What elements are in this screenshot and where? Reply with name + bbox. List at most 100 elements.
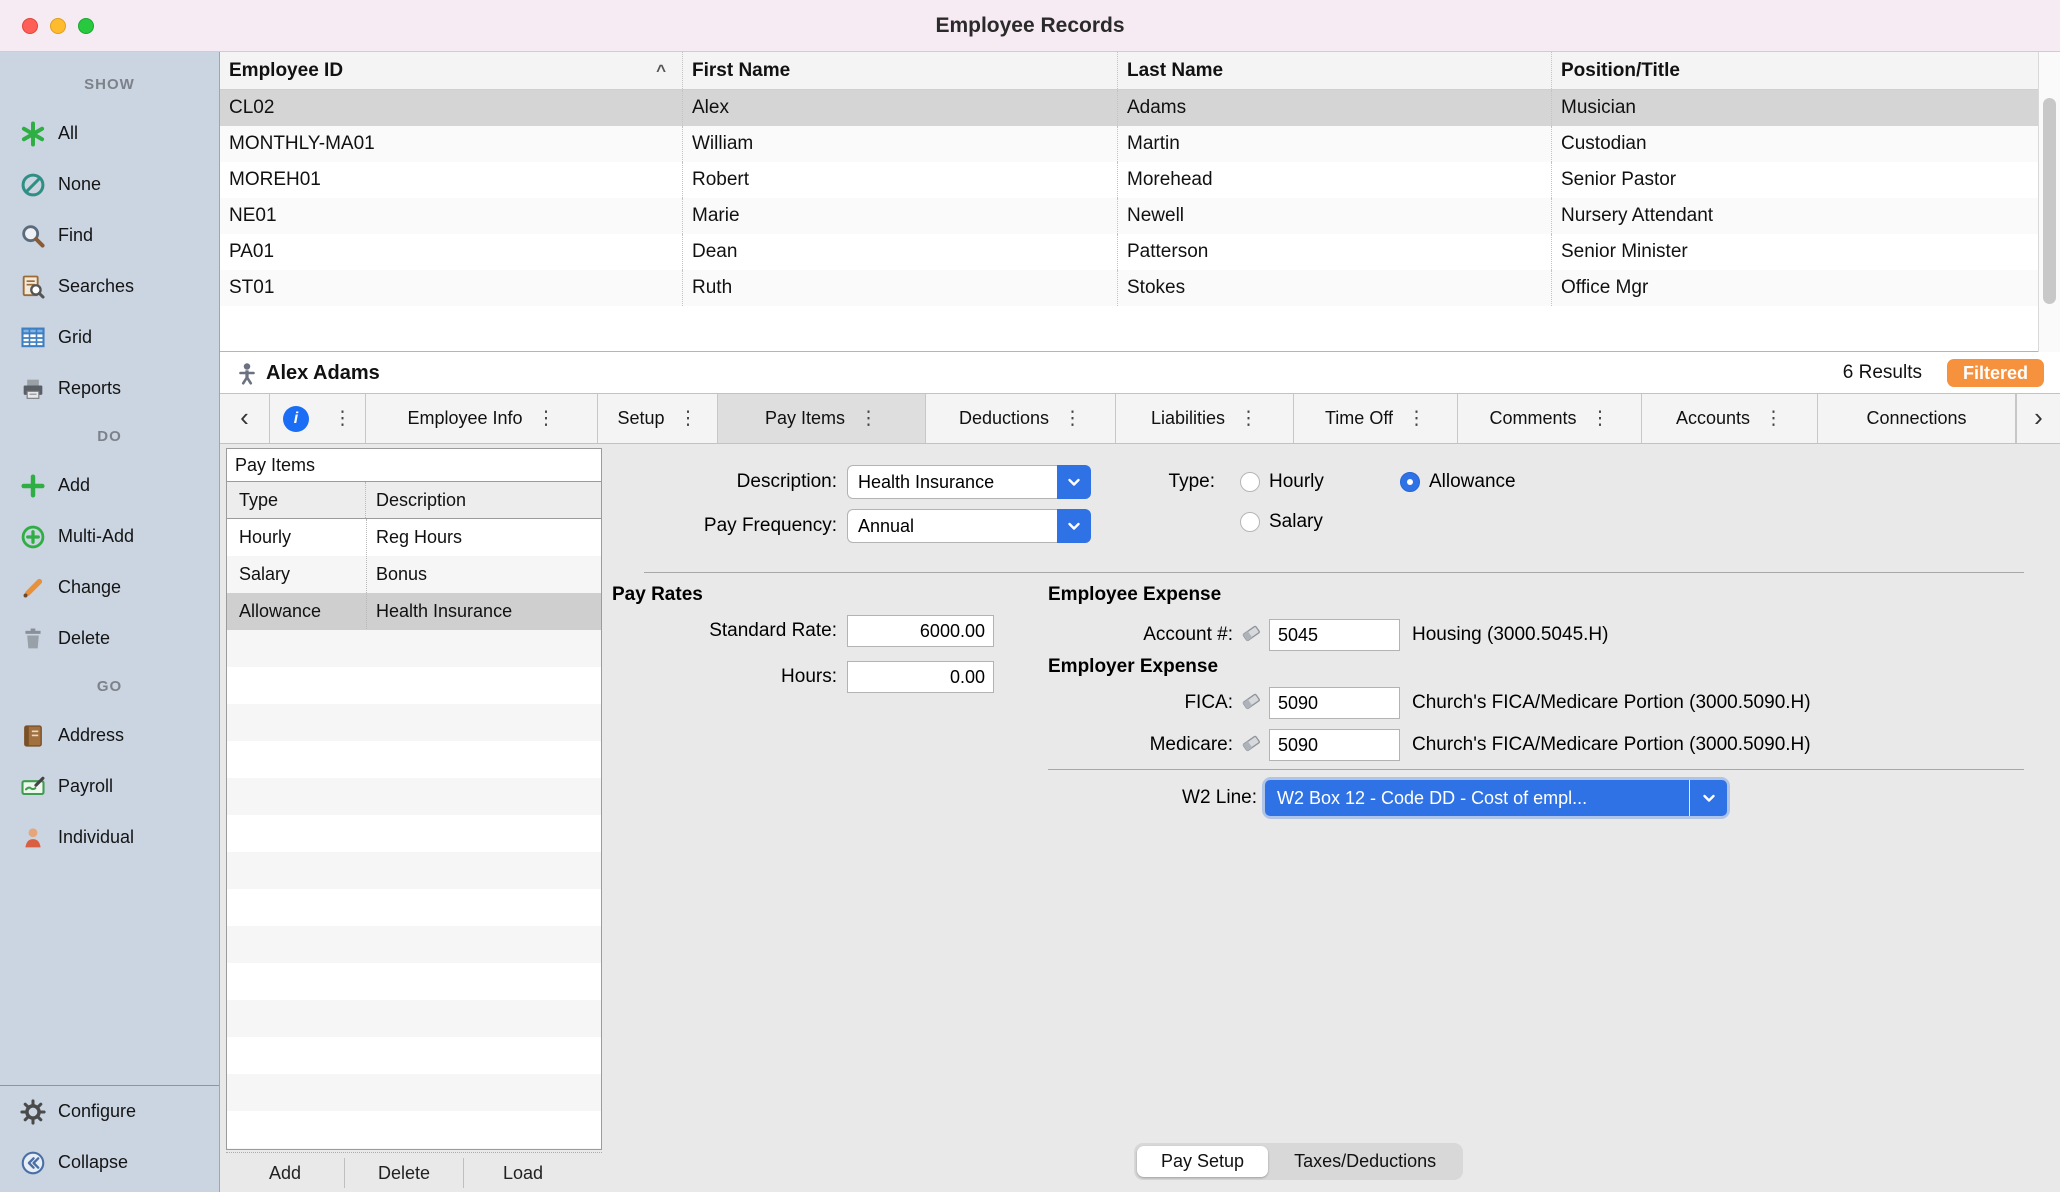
tab-menu-icon[interactable]: ⋮ <box>679 407 698 430</box>
description-dropdown[interactable]: Health Insurance <box>847 465 1091 499</box>
column-header-position[interactable]: Position/Title <box>1551 52 2038 89</box>
load-pay-item-button[interactable]: Load <box>464 1154 582 1192</box>
delete-pay-item-button[interactable]: Delete <box>345 1154 463 1192</box>
eraser-icon[interactable] <box>1239 621 1263 650</box>
info-icon: i <box>283 406 309 432</box>
sidebar-item-configure[interactable]: Configure <box>0 1086 219 1137</box>
sidebar-item-none[interactable]: None <box>0 159 219 210</box>
tab-menu-icon[interactable]: ⋮ <box>1063 407 1082 430</box>
tab-time-off[interactable]: Time Off⋮ <box>1294 394 1458 443</box>
radio-allowance[interactable]: Allowance <box>1400 465 1516 499</box>
pay-items-content: Pay Items Type Description Hourly Reg Ho… <box>220 444 2060 1192</box>
tab-liabilities[interactable]: Liabilities⋮ <box>1116 394 1294 443</box>
table-row[interactable]: MOREH01 Robert Morehead Senior Pastor <box>220 162 2038 198</box>
sidebar-item-multi-add[interactable]: Multi-Add <box>0 511 219 562</box>
fica-label: FICA: <box>1048 692 1233 714</box>
sidebar-item-grid[interactable]: Grid <box>0 312 219 363</box>
tab-accounts[interactable]: Accounts⋮ <box>1642 394 1818 443</box>
record-header: Alex Adams 6 Results Filtered <box>220 352 2060 394</box>
tab-menu-icon[interactable]: ⋮ <box>1764 407 1783 430</box>
tab-info[interactable]: i ⋮ <box>270 394 366 443</box>
radio-hourly[interactable]: Hourly <box>1240 465 1324 499</box>
radio-button[interactable] <box>1240 472 1260 492</box>
radio-salary[interactable]: Salary <box>1240 505 1323 539</box>
pay-frequency-label: Pay Frequency: <box>617 515 837 537</box>
tab-menu-icon[interactable]: ⋮ <box>1239 407 1258 430</box>
printer-icon <box>16 375 50 403</box>
tabs-scroll-right-button[interactable]: › <box>2016 394 2060 443</box>
standard-rate-input[interactable] <box>847 615 994 647</box>
tabs-scroll-left-button[interactable]: ‹ <box>220 394 270 443</box>
circle-plus-icon <box>16 523 50 551</box>
table-row[interactable]: PA01 Dean Patterson Senior Minister <box>220 234 2038 270</box>
list-item[interactable]: Hourly Reg Hours <box>227 519 601 556</box>
column-header-first-name[interactable]: First Name <box>682 52 1117 89</box>
sidebar-header-go: GO <box>0 664 219 710</box>
medicare-account-input[interactable] <box>1269 729 1400 761</box>
sidebar-item-address[interactable]: Address <box>0 710 219 761</box>
sidebar-item-change[interactable]: Change <box>0 562 219 613</box>
table-row[interactable]: MONTHLY-MA01 William Martin Custodian <box>220 126 2038 162</box>
tab-comments[interactable]: Comments⋮ <box>1458 394 1642 443</box>
employee-expense-heading: Employee Expense <box>1048 584 1221 606</box>
tab-menu-icon[interactable]: ⋮ <box>1407 407 1426 430</box>
collapse-chevrons-icon <box>16 1149 50 1177</box>
tab-menu-icon[interactable]: ⋮ <box>1591 407 1610 430</box>
sidebar-item-payroll[interactable]: Payroll <box>0 761 219 812</box>
sidebar-header-show: SHOW <box>0 62 219 108</box>
tab-menu-icon[interactable]: ⋮ <box>333 407 352 430</box>
radio-button-selected[interactable] <box>1400 472 1420 492</box>
divider <box>1048 769 2024 770</box>
eraser-icon[interactable] <box>1239 731 1263 760</box>
list-item[interactable]: Allowance Health Insurance <box>227 593 601 630</box>
scrollbar[interactable] <box>2038 52 2060 352</box>
tab-pay-items[interactable]: Pay Items⋮ <box>718 394 926 443</box>
pay-frequency-dropdown[interactable]: Annual <box>847 509 1091 543</box>
list-item[interactable]: Salary Bonus <box>227 556 601 593</box>
sidebar-item-searches[interactable]: Searches <box>0 261 219 312</box>
tab-connections[interactable]: Connections <box>1818 394 2016 443</box>
tab-deductions[interactable]: Deductions⋮ <box>926 394 1116 443</box>
sidebar-item-delete[interactable]: Delete <box>0 613 219 664</box>
divider <box>644 572 2024 573</box>
table-row[interactable]: CL02 Alex Adams Musician <box>220 90 2038 126</box>
column-header-last-name[interactable]: Last Name <box>1117 52 1551 89</box>
sidebar-item-label: Find <box>58 225 93 246</box>
account-number-input[interactable] <box>1269 619 1400 651</box>
table-row[interactable]: NE01 Marie Newell Nursery Attendant <box>220 198 2038 234</box>
add-pay-item-button[interactable]: Add <box>226 1154 344 1192</box>
tab-taxes-deductions[interactable]: Taxes/Deductions <box>1270 1146 1460 1177</box>
column-header-employee-id[interactable]: Employee ID^ <box>220 52 682 89</box>
tab-menu-icon[interactable]: ⋮ <box>537 407 556 430</box>
chevron-down-icon[interactable] <box>1057 465 1091 499</box>
table-row[interactable]: ST01 Ruth Stokes Office Mgr <box>220 270 2038 306</box>
eraser-icon[interactable] <box>1239 689 1263 718</box>
sidebar-item-all[interactable]: All <box>0 108 219 159</box>
sidebar-item-collapse[interactable]: Collapse <box>0 1137 219 1188</box>
sidebar-item-label: Address <box>58 725 124 746</box>
sidebar-item-label: None <box>58 174 101 195</box>
sidebar-item-label: All <box>58 123 78 144</box>
sidebar-item-reports[interactable]: Reports <box>0 363 219 414</box>
hours-label: Hours: <box>617 666 837 688</box>
window-title: Employee Records <box>0 0 2060 52</box>
sidebar-item-add[interactable]: Add <box>0 460 219 511</box>
tab-setup[interactable]: Setup⋮ <box>598 394 718 443</box>
sidebar-item-find[interactable]: Find <box>0 210 219 261</box>
chevron-down-icon[interactable] <box>1057 509 1091 543</box>
sidebar-item-individual[interactable]: Individual <box>0 812 219 863</box>
type-label: Type: <box>1120 471 1215 493</box>
tab-menu-icon[interactable]: ⋮ <box>859 407 878 430</box>
asterisk-icon <box>16 120 50 148</box>
fica-account-input[interactable] <box>1269 687 1400 719</box>
radio-button[interactable] <box>1240 512 1260 532</box>
sidebar-header-do: DO <box>0 414 219 460</box>
chevron-down-icon[interactable] <box>1689 780 1727 816</box>
tab-pay-setup[interactable]: Pay Setup <box>1137 1146 1268 1177</box>
sidebar-item-label: Change <box>58 577 121 598</box>
scrollbar-thumb[interactable] <box>2043 98 2056 304</box>
tab-employee-info[interactable]: Employee Info⋮ <box>366 394 598 443</box>
hours-input[interactable] <box>847 661 994 693</box>
w2-line-dropdown[interactable]: W2 Box 12 - Code DD - Cost of empl... <box>1265 780 1727 816</box>
sort-ascending-icon: ^ <box>656 52 666 89</box>
